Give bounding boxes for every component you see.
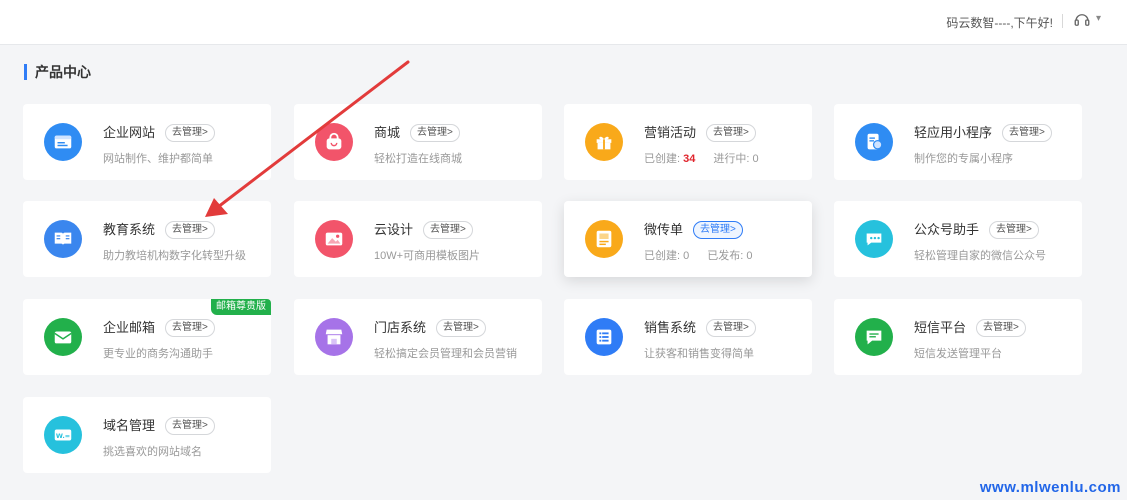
section-title: 产品中心 [24,64,91,80]
manage-button[interactable]: 去管理> [165,221,215,239]
manage-button[interactable]: 去管理> [165,417,215,435]
product-name: 营销活动 [644,125,697,140]
product-name: 短信平台 [914,320,967,335]
product-name: 商城 [374,125,401,140]
product-name: 门店系统 [374,320,427,335]
product-card[interactable]: 商城 去管理> 轻松打造在线商城 [294,104,542,180]
product-name: 销售系统 [644,320,697,335]
watermark: www.mlwenlu.com [979,479,1121,496]
product-card[interactable]: 轻应用小程序 去管理> 制作您的专属小程序 [834,104,1082,180]
product-name: 轻应用小程序 [914,125,993,140]
manage-button[interactable]: 去管理> [989,221,1039,239]
manage-button[interactable]: 去管理> [410,124,460,142]
product-card[interactable]: 微传单 去管理> 已创建: 0 已发布: 0 [564,201,812,277]
list-icon [585,318,623,356]
manage-button[interactable]: 去管理> [706,319,756,337]
product-name: 教育系统 [103,222,156,237]
product-name: 公众号助手 [914,222,980,237]
product-description: 网站制作、维护都简单 [103,153,213,165]
manage-button[interactable]: 去管理> [976,319,1026,337]
stat-value: 0 [683,250,690,262]
product-name: 域名管理 [103,418,156,433]
product-card[interactable]: 企业网站 去管理> 网站制作、维护都简单 [23,104,271,180]
product-name: 微传单 [644,222,684,237]
product-card[interactable]: 公众号助手 去管理> 轻松管理自家的微信公众号 [834,201,1082,277]
manage-button[interactable]: 去管理> [436,319,486,337]
stat-label: 已创建: [644,250,684,262]
book-icon [44,220,82,258]
product-card[interactable]: W.= 域名管理 去管理> 挑选喜欢的网站域名 [23,397,271,473]
stat-label: 进行中: [713,153,753,165]
edition-badge: 邮箱尊贵版 [211,299,271,315]
product-description: 制作您的专属小程序 [914,153,1013,165]
stat-value: 0 [752,153,759,165]
product-description: 助力教培机构数字化转型升级 [103,250,246,262]
product-stats: 已创建: 0 已发布: 0 [644,247,753,263]
product-stats: 已创建: 34 进行中: 0 [644,150,759,166]
chat-bubble-icon [855,220,893,258]
product-description: 轻松搞定会员管理和会员营销 [374,348,517,360]
manage-button[interactable]: 去管理> [165,124,215,142]
product-card[interactable]: 教育系统 去管理> 助力教培机构数字化转型升级 [23,201,271,277]
product-description: 挑选喜欢的网站域名 [103,446,202,458]
product-card[interactable]: 云设计 去管理> 10W+可商用模板图片 [294,201,542,277]
manage-button[interactable]: 去管理> [706,124,756,142]
svg-text:W.=: W.= [56,432,70,440]
product-name: 云设计 [374,222,414,237]
mail-icon [44,318,82,356]
browser-window-icon [44,123,82,161]
product-description: 短信发送管理平台 [914,348,1002,360]
product-card[interactable]: 门店系统 去管理> 轻松搞定会员管理和会员营销 [294,299,542,375]
product-description: 轻松管理自家的微信公众号 [914,250,1046,262]
stat-value: 0 [746,250,753,262]
product-card[interactable]: 销售系统 去管理> 让获客和销售变得简单 [564,299,812,375]
top-bar: 码云数智----,下午好! ▾ [0,0,1127,45]
manage-button[interactable]: 去管理> [165,319,215,337]
domain-icon: W.= [44,416,82,454]
gift-icon [585,123,623,161]
message-icon [855,318,893,356]
manage-button[interactable]: 去管理> [423,221,473,239]
shopping-bag-icon [315,123,353,161]
user-greeting[interactable]: 码云数智----,下午好! [946,14,1053,31]
stat-value: 34 [683,153,696,165]
image-icon [315,220,353,258]
chevron-down-icon[interactable]: ▾ [1096,13,1101,24]
flyer-icon [585,220,623,258]
product-card[interactable]: 企业邮箱 去管理> 更专业的商务沟通助手 邮箱尊贵版 [23,299,271,375]
product-description: 让获客和销售变得简单 [644,348,754,360]
product-name: 企业网站 [103,125,156,140]
product-description: 10W+可商用模板图片 [374,250,481,262]
stat-label: 已发布: [707,250,747,262]
headset-icon[interactable] [1073,11,1091,29]
mini-program-icon [855,123,893,161]
store-icon [315,318,353,356]
product-description: 更专业的商务沟通助手 [103,348,213,360]
product-card[interactable]: 营销活动 去管理> 已创建: 34 进行中: 0 [564,104,812,180]
header-divider [1062,14,1063,28]
product-card[interactable]: 短信平台 去管理> 短信发送管理平台 [834,299,1082,375]
manage-button[interactable]: 去管理> [1002,124,1052,142]
product-description: 轻松打造在线商城 [374,153,462,165]
product-name: 企业邮箱 [103,320,156,335]
stat-label: 已创建: [644,153,684,165]
manage-button[interactable]: 去管理> [693,221,743,239]
